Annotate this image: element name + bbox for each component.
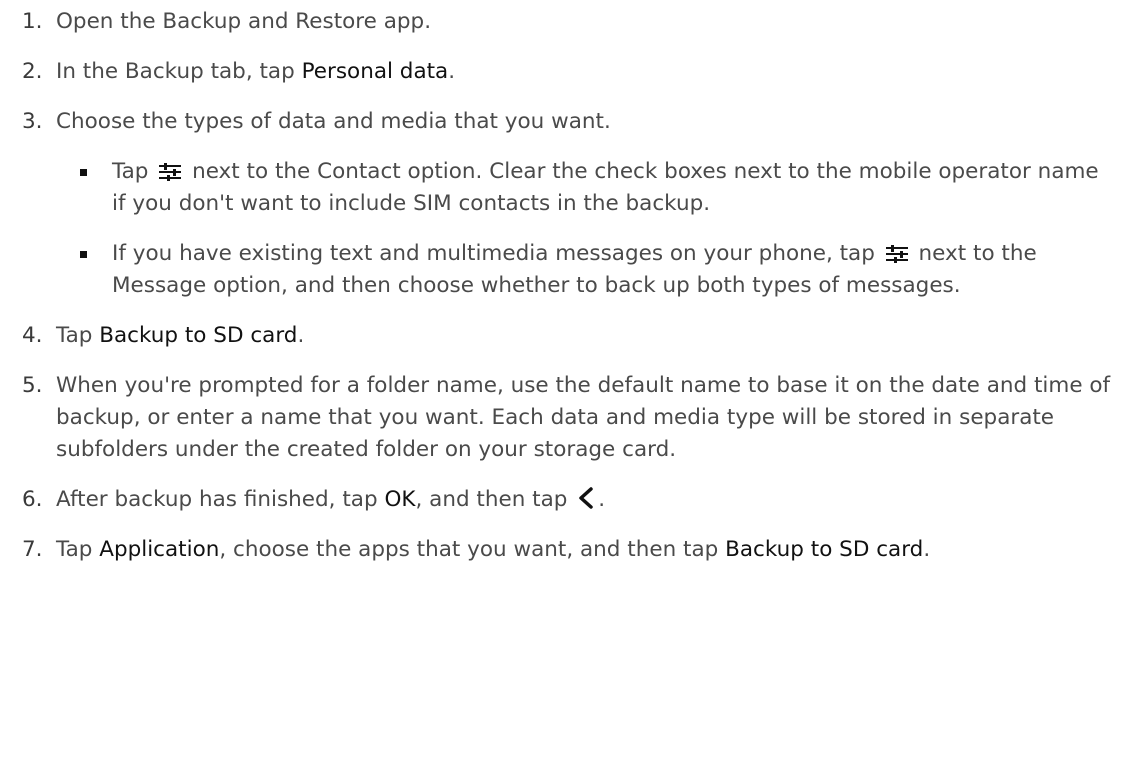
step-3: 3. Choose the types of data and media th… xyxy=(22,106,1112,302)
step-text: , and then tap xyxy=(415,487,575,512)
step-text: In the Backup tab, tap xyxy=(56,59,302,84)
step-3-substeps: Tap next to the Contact option. Clear th… xyxy=(56,156,1112,302)
step-text: After backup has finished, tap xyxy=(56,487,385,512)
step-number: 2. xyxy=(22,59,43,84)
step-text: Open the Backup and Restore app. xyxy=(56,9,432,34)
step-number: 6. xyxy=(22,487,43,512)
step-6: 6. After backup has finished, tap OK, an… xyxy=(22,484,1112,516)
ui-term-backup-to-sd-card: Backup to SD card xyxy=(725,537,924,562)
step-7: 7. Tap Application, choose the apps that… xyxy=(22,534,1112,566)
step-number: 7. xyxy=(22,537,43,562)
ui-term-ok: OK xyxy=(384,487,416,512)
step-number: 3. xyxy=(22,109,43,134)
substep-text: If you have existing text and multimedia… xyxy=(112,241,882,266)
substep-text: Tap xyxy=(112,159,156,184)
instruction-steps: 1. Open the Backup and Restore app. 2. I… xyxy=(22,6,1112,584)
step-2: 2. In the Backup tab, tap Personal data. xyxy=(22,56,1112,88)
step-1: 1. Open the Backup and Restore app. xyxy=(22,6,1112,38)
step-text: When you're prompted for a folder name, … xyxy=(56,373,1111,462)
step-text: , choose the apps that you want, and the… xyxy=(219,537,726,562)
step-text: Tap xyxy=(56,323,100,348)
ui-term-personal-data: Personal data xyxy=(301,59,449,84)
substep-message: If you have existing text and multimedia… xyxy=(56,238,1112,302)
step-number: 1. xyxy=(22,9,43,34)
step-text: . xyxy=(448,59,456,84)
bullet xyxy=(80,251,87,258)
ui-term-application: Application xyxy=(99,537,220,562)
step-text: . xyxy=(598,487,606,512)
step-text: Choose the types of data and media that … xyxy=(56,109,611,134)
settings-sliders-icon xyxy=(885,245,908,263)
step-text: Tap xyxy=(56,537,100,562)
substep-contact: Tap next to the Contact option. Clear th… xyxy=(56,156,1112,220)
step-4: 4. Tap Backup to SD card. xyxy=(22,320,1112,352)
step-number: 5. xyxy=(22,373,43,398)
step-text: . xyxy=(297,323,305,348)
substep-text: next to the Contact option. Clear the ch… xyxy=(112,159,1099,216)
ui-term-backup-to-sd-card: Backup to SD card xyxy=(99,323,298,348)
back-chevron-icon xyxy=(578,487,594,509)
step-number: 4. xyxy=(22,323,43,348)
settings-sliders-icon xyxy=(159,163,182,181)
step-5: 5. When you're prompted for a folder nam… xyxy=(22,370,1112,466)
bullet xyxy=(80,169,87,176)
step-text: . xyxy=(923,537,931,562)
